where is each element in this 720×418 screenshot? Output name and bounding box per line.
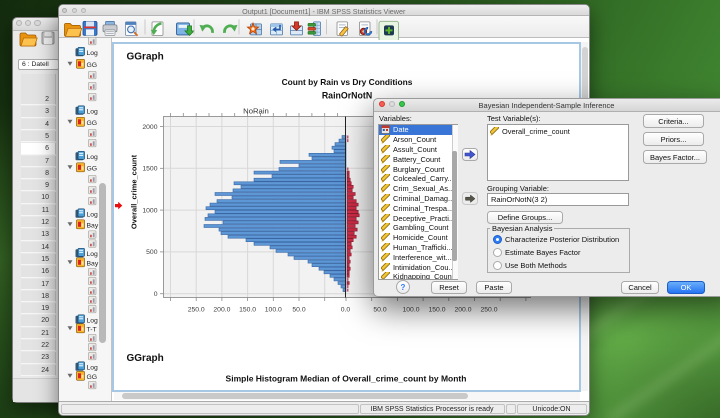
svg-text:200.0: 200.0: [213, 307, 230, 314]
svg-text:200.0: 200.0: [454, 307, 471, 314]
svg-text:50.0: 50.0: [292, 307, 305, 314]
svg-text:1500: 1500: [142, 166, 157, 173]
svg-text:250.0: 250.0: [480, 307, 497, 314]
svg-text:150.0: 150.0: [428, 307, 445, 314]
svg-text:1000: 1000: [142, 207, 157, 214]
svg-text:0: 0: [154, 291, 158, 298]
svg-text:100.0: 100.0: [402, 307, 419, 314]
svg-text:0.0: 0.0: [341, 307, 351, 314]
svg-text:NoRain: NoRain: [243, 107, 269, 116]
svg-text:50.0: 50.0: [373, 307, 386, 314]
svg-text:250.0: 250.0: [188, 307, 205, 314]
svg-text:RainOrNotN: RainOrNotN: [322, 91, 372, 101]
svg-text:GGraph: GGraph: [127, 353, 164, 364]
svg-text:500: 500: [146, 249, 158, 256]
svg-text:2000: 2000: [142, 124, 157, 131]
svg-text:Simple Histogram Median of Ove: Simple Histogram Median of Overall_crime…: [226, 374, 467, 384]
svg-text:Count by Rain vs Dry Condition: Count by Rain vs Dry Conditions: [282, 77, 413, 87]
svg-text:GGraph: GGraph: [127, 52, 164, 63]
svg-text:100.0: 100.0: [265, 307, 282, 314]
svg-text:150.0: 150.0: [239, 307, 256, 314]
svg-text:Overall_crime_count: Overall_crime_count: [130, 154, 139, 229]
